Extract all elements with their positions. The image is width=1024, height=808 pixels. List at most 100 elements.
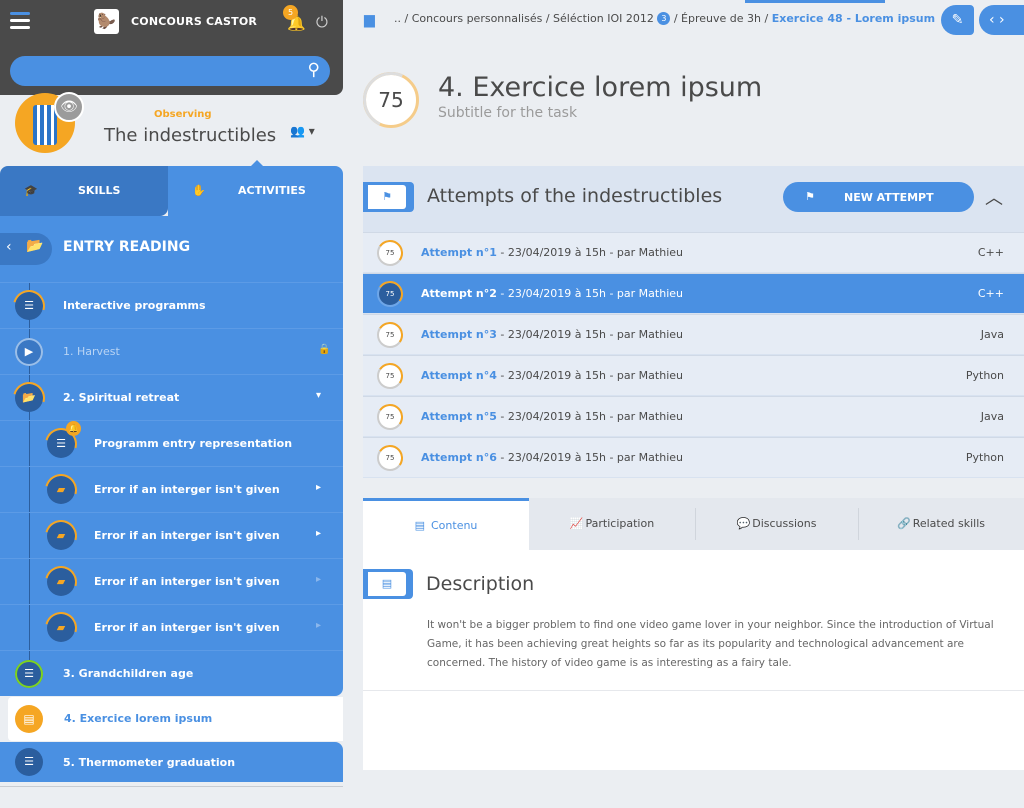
- tree-item[interactable]: 📂 2. Spiritual retreat ▾: [0, 374, 343, 420]
- power-icon[interactable]: ⏻: [316, 13, 328, 31]
- attempts-panel: ⚑ Attempts of the indestructibles ⚑ NEW …: [363, 166, 1024, 478]
- edit-button[interactable]: ✎: [941, 5, 974, 35]
- chevron-right-icon[interactable]: ▸: [316, 528, 321, 539]
- tab-label: Discussions: [752, 517, 817, 530]
- new-attempt-button[interactable]: ⚑ NEW ATTEMPT: [783, 182, 974, 212]
- attempt-score: 75: [374, 401, 406, 433]
- tab-activities[interactable]: ✋ ACTIVITIES: [168, 166, 343, 216]
- search-icon[interactable]: ⚲: [308, 60, 320, 80]
- attempts-header: ⚑ Attempts of the indestructibles ⚑ NEW …: [363, 166, 1024, 232]
- book-icon: ▤: [363, 569, 413, 599]
- chevron-left-icon: ‹: [6, 239, 12, 255]
- observing-label: Observing: [154, 109, 212, 120]
- tree-item-label: Interactive programms: [63, 299, 206, 312]
- description-title: Description: [426, 573, 535, 595]
- breadcrumb-current: Exercice 48 - Lorem ipsum: [771, 12, 936, 25]
- attempt-score: 75: [374, 319, 406, 351]
- graduation-cap-icon: 🎓: [24, 184, 38, 197]
- tab-related-skills[interactable]: 🔗 Related skills: [858, 498, 1024, 550]
- castor-logo: 🦫: [94, 9, 119, 34]
- tree-item[interactable]: ☰ 5. Thermometer graduation: [0, 742, 343, 782]
- tree-item-label: Error if an interger isn't given: [94, 483, 280, 496]
- tree-item[interactable]: ▰ Error if an interger isn't given ▸: [0, 512, 343, 558]
- folder-icon[interactable]: ▆: [364, 12, 375, 28]
- folder-open-icon: 📂: [7, 376, 51, 420]
- attempt-row[interactable]: 75 Attempt n°5 - 23/04/2019 à 15h - par M…: [363, 396, 1024, 436]
- tree-item[interactable]: ☰ 3. Grandchildren age: [0, 650, 343, 696]
- attempt-language: Python: [965, 369, 1004, 382]
- attempt-row[interactable]: 75 Attempt n°2 - 23/04/2019 à 15h - par M…: [363, 273, 1024, 313]
- tree-item-label: Error if an interger isn't given: [94, 621, 280, 634]
- tree-item[interactable]: ▰ Error if an interger isn't given ▸: [0, 558, 343, 604]
- tree-item[interactable]: ☰ 🔔 Programm entry representation: [0, 420, 343, 466]
- activity-tree: ‹ 📂 ENTRY READING ☰ Interactive programm…: [0, 216, 343, 696]
- folder-open-icon: 📂: [26, 238, 44, 254]
- tree-item[interactable]: ▰ Error if an interger isn't given ▸: [0, 604, 343, 650]
- breadcrumb-path[interactable]: .. / Concours personnalisés / Séléction …: [394, 12, 654, 25]
- brand-name: CONCOURS CASTOR: [131, 15, 258, 28]
- attempt-row[interactable]: 75 Attempt n°1 - 23/04/2019 à 15h - par M…: [363, 232, 1024, 272]
- attempt-name[interactable]: Attempt n°4: [421, 369, 497, 382]
- attempt-name[interactable]: Attempt n°3: [421, 328, 497, 341]
- chevron-right-icon[interactable]: ▸: [316, 482, 321, 493]
- tree-item[interactable]: ▶ 1. Harvest 🔒: [0, 328, 343, 374]
- attempt-language: Java: [980, 328, 1004, 341]
- tab-skills-label: SKILLS: [78, 184, 121, 197]
- top-bar: 🦫 CONCOURS CASTOR 🔔 5 ⏻ ⚲: [0, 0, 343, 95]
- attempt-row[interactable]: 75 Attempt n°6 - 23/04/2019 à 15h - par M…: [363, 437, 1024, 477]
- tree-item-label: 4. Exercice lorem ipsum: [64, 712, 213, 725]
- tab-activities-label: ACTIVITIES: [238, 184, 306, 197]
- comment-icon: 💬: [736, 517, 751, 530]
- attempt-meta: - 23/04/2019 à 15h - par Mathieu: [496, 410, 683, 423]
- attempt-score: 75: [374, 278, 406, 310]
- eye-icon: 👁: [54, 92, 84, 122]
- chevron-down-icon[interactable]: ▾: [316, 390, 321, 401]
- tree-item[interactable]: ☰ Interactive programms: [0, 282, 343, 328]
- tab-label: Contenu: [431, 519, 478, 532]
- attempt-score: 75: [374, 360, 406, 392]
- back-button[interactable]: ‹ 📂: [0, 233, 52, 265]
- hand-icon: ✋: [192, 184, 206, 197]
- tab-label: Participation: [585, 517, 655, 530]
- attempt-text: Attempt n°2 - 23/04/2019 à 15h - par Mat…: [421, 287, 683, 300]
- menu-icon[interactable]: [10, 12, 30, 30]
- chevron-right-icon[interactable]: ▸: [316, 574, 321, 585]
- left-tabs: 🎓 SKILLS ✋ ACTIVITIES: [0, 166, 343, 216]
- tree-item-label: Error if an interger isn't given: [94, 529, 280, 542]
- chevron-right-icon[interactable]: ▸: [316, 620, 321, 631]
- description-panel: ▤ Description It won't be a bigger probl…: [363, 550, 1024, 770]
- tab-discussions[interactable]: 💬 Discussions: [695, 498, 858, 550]
- chevron-up-icon[interactable]: ︿: [985, 184, 1003, 210]
- attempt-name[interactable]: Attempt n°1: [421, 246, 497, 259]
- tree-item-selected[interactable]: ▤ 4. Exercice lorem ipsum: [8, 697, 343, 741]
- left-panel: 🦫 CONCOURS CASTOR 🔔 5 ⏻ ⚲ 👁 Observing Th…: [0, 0, 343, 808]
- attempt-text: Attempt n°1 - 23/04/2019 à 15h - par Mat…: [421, 246, 683, 259]
- search-input[interactable]: ⚲: [10, 56, 330, 86]
- tab-participation[interactable]: 📈 Participation: [529, 498, 695, 550]
- attempt-name[interactable]: Attempt n°5: [421, 410, 497, 423]
- list-icon: ☰: [15, 748, 43, 776]
- attempt-row[interactable]: 75 Attempt n°4 - 23/04/2019 à 15h - par M…: [363, 355, 1024, 395]
- attempt-row[interactable]: 75 Attempt n°3 - 23/04/2019 à 15h - par M…: [363, 314, 1024, 354]
- notification-bell-icon: 🔔: [66, 421, 81, 436]
- book-icon: ▤: [414, 519, 425, 532]
- team-switch-icon[interactable]: 👥 ▾: [290, 124, 315, 138]
- attempt-text: Attempt n°3 - 23/04/2019 à 15h - par Mat…: [421, 328, 683, 341]
- attempt-name[interactable]: Attempt n°6: [421, 451, 497, 464]
- tree-item[interactable]: ▰ Error if an interger isn't given ▸: [0, 466, 343, 512]
- tab-contenu[interactable]: ▤ Contenu: [363, 498, 529, 550]
- folder-icon: ▰: [39, 606, 83, 650]
- tab-skills[interactable]: 🎓 SKILLS: [0, 166, 168, 216]
- tree-item-label: 1. Harvest: [63, 345, 120, 358]
- attempt-meta: - 23/04/2019 à 15h - par Mathieu: [496, 328, 683, 341]
- tree-item-label: 3. Grandchildren age: [63, 667, 194, 680]
- attempt-name[interactable]: Attempt n°2: [421, 287, 497, 300]
- attempt-language: C++: [977, 287, 1004, 300]
- tree-header: ‹ 📂 ENTRY READING: [0, 216, 343, 282]
- prev-next-buttons[interactable]: ‹ ›: [979, 5, 1024, 35]
- notification-badge: 5: [283, 5, 298, 20]
- attempts-title: Attempts of the indestructibles: [427, 185, 723, 207]
- page-title: 4. Exercice lorem ipsum: [438, 72, 763, 103]
- breadcrumb-path-2[interactable]: / Épreuve de 3h /: [674, 12, 768, 25]
- lock-icon: 🔒: [318, 344, 331, 355]
